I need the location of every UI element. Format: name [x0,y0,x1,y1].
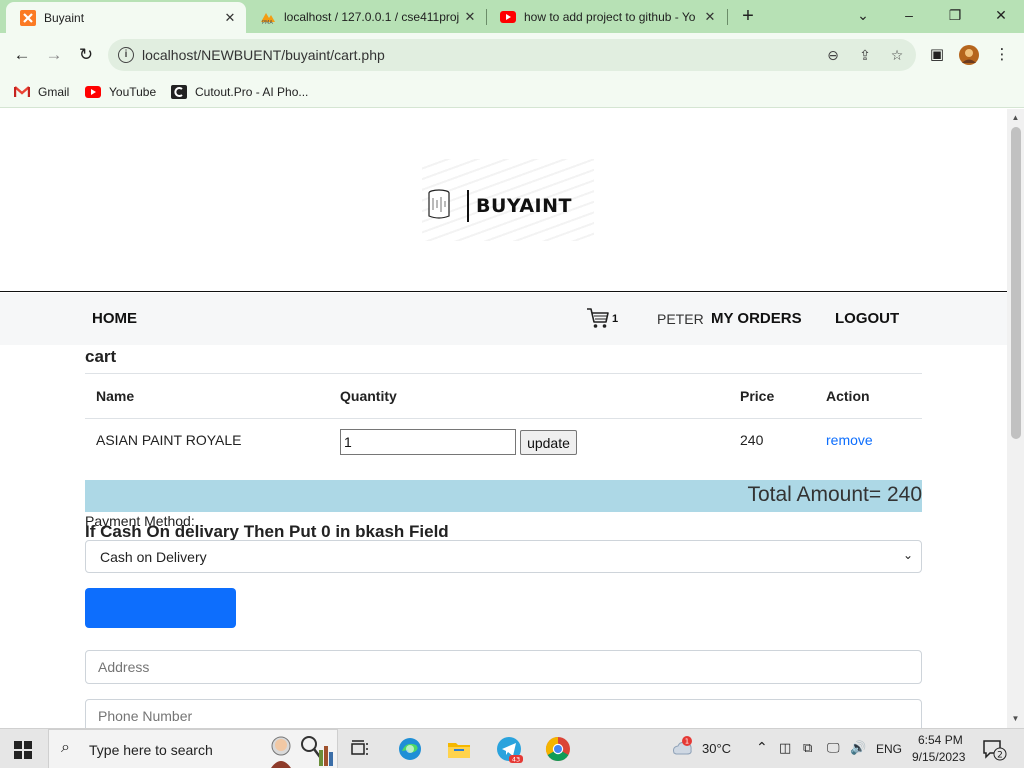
xampp-icon [20,9,36,26]
url-text[interactable]: localhost/NEWBUENT/buyaint/cart.php [142,47,385,63]
toolbar: ← → ↻ i localhost/NEWBUENT/buyaint/cart.… [0,33,1024,77]
zoom-icon[interactable]: ⊖ [824,46,842,64]
weather-icon[interactable]: 1 [668,733,696,761]
weather-temperature[interactable]: 30°C [702,741,731,756]
tab-phpmyadmin[interactable]: PMA localhost / 127.0.0.1 / cse411proj ✕ [246,0,486,33]
search-icon: ⌕ [61,739,70,756]
address-bar[interactable]: i localhost/NEWBUENT/buyaint/cart.php ⊖ … [108,39,916,71]
nav-my-orders-link[interactable]: MY ORDERS [711,310,802,327]
reload-icon[interactable]: ↻ [75,44,97,66]
language-indicator[interactable]: ENG [876,742,902,756]
new-tab-icon[interactable]: + [737,5,759,27]
scroll-up-icon[interactable]: ▲ [1007,111,1024,125]
nav-home-link[interactable]: HOME [92,310,137,327]
meet-now-icon[interactable]: ◫ [779,740,791,756]
bookmark-label: Gmail [38,85,70,99]
site-logo[interactable]: BUYAINT [422,159,594,241]
taskbar-search-placeholder: Type here to search [89,742,213,758]
web-page: BUYAINT HOME 1 PETER MY ORDERS LOGOUT ca… [0,109,1007,728]
submit-order-button[interactable] [85,588,236,628]
youtube-icon [85,86,101,98]
minimize-icon[interactable]: – [886,0,932,30]
payment-method-value: Cash on Delivery [100,549,207,565]
clock-time[interactable]: 6:54 PM [918,733,963,747]
weather-badge: 1 [685,738,689,746]
payment-method-select[interactable]: Cash on Delivery ⌄ [85,540,922,573]
tab-youtube[interactable]: how to add project to github - Yo ✕ [486,0,726,33]
svg-text:PMA: PMA [262,20,273,25]
close-tab-icon[interactable]: ✕ [222,10,238,26]
payment-section: Payment Method: Cash on Delivery ⌄ [85,345,922,728]
page-scrollbar[interactable]: ▲ ▼ [1007,109,1024,728]
payment-method-label: Payment Method: [85,513,195,529]
bookmark-star-icon[interactable]: ☆ [888,46,906,64]
share-icon[interactable]: ⇪ [856,46,874,64]
cart-count: 1 [612,313,619,325]
site-navbar: HOME 1 PETER MY ORDERS LOGOUT [0,293,1007,345]
site-header: BUYAINT [0,109,1007,292]
scrollbar-thumb[interactable] [1011,127,1021,439]
logo-divider [467,190,469,222]
notification-center-icon[interactable]: 2 [982,739,1008,761]
task-view-icon[interactable] [346,735,374,763]
tab-buyaint[interactable]: Buyaint ✕ [6,2,246,33]
tab-title: how to add project to github - Yo [524,9,696,24]
tab-title: localhost / 127.0.0.1 / cse411proj [284,9,460,24]
screen: Buyaint ✕ PMA localhost / 127.0.0.1 / cs… [0,0,1024,768]
close-tab-icon[interactable]: ✕ [702,9,718,25]
site-info-icon[interactable]: i [118,47,134,63]
nav-username: PETER [657,311,704,327]
forward-icon[interactable]: → [43,44,65,66]
gmail-icon [14,86,30,97]
file-explorer-icon[interactable] [445,735,473,763]
telegram-badge: 43 [512,756,520,764]
edge-icon[interactable] [396,735,424,763]
side-panel-icon[interactable]: ▣ [927,45,947,65]
restore-icon[interactable]: ❐ [932,0,978,30]
tab-title: Buyaint [44,10,85,25]
telegram-icon[interactable]: 43 [495,735,523,763]
taskbar-search-box[interactable]: ⌕ Type here to search [48,729,338,768]
tab-search-chevron-icon[interactable]: ⌄ [840,0,886,30]
clock-date[interactable]: 9/15/2023 [912,750,965,764]
phpmyadmin-icon: PMA [261,12,275,25]
chevron-down-icon: ⌄ [902,548,913,562]
search-highlight-illustration [271,736,333,768]
tray-chevron-up-icon[interactable]: ⌃ [756,739,768,756]
windows-start-icon[interactable] [14,741,32,759]
bookmark-label: YouTube [109,85,157,99]
back-icon[interactable]: ← [11,44,33,66]
tray-app-icon[interactable]: ⧉ [803,740,812,756]
cart-icon [587,308,609,328]
tab-strip: Buyaint ✕ PMA localhost / 127.0.0.1 / cs… [0,0,1024,33]
volume-icon[interactable]: 🔊 [850,740,866,756]
bookmark-label: Cutout.Pro - AI Pho... [195,85,309,99]
close-tab-icon[interactable]: ✕ [462,9,478,25]
nav-logout-link[interactable]: LOGOUT [835,310,899,327]
bookmark-youtube[interactable]: YouTube [85,83,156,101]
tab-separator [727,9,728,25]
network-icon[interactable]: 🖵 [827,740,840,756]
youtube-icon [500,10,516,23]
profile-avatar[interactable] [959,45,979,65]
cutout-icon [171,85,187,99]
bookmark-cutout[interactable]: Cutout.Pro - AI Pho... [171,83,308,101]
menu-kebab-icon[interactable]: ⋮ [992,45,1012,65]
logo-text: BUYAINT [476,195,572,217]
taskbar: ⌕ Type here to search 43 1 30°C ⌃ ◫ ⧉ 🖵 … [0,728,1024,768]
paint-bucket-icon [428,189,450,219]
bookmark-gmail[interactable]: Gmail [14,83,69,101]
notification-count: 2 [997,751,1003,761]
close-window-icon[interactable]: ✕ [978,0,1024,30]
scroll-down-icon[interactable]: ▼ [1007,712,1024,726]
chrome-icon[interactable] [544,735,572,763]
bookmarks-bar: Gmail YouTube Cutout.Pro - AI Pho... [0,77,1024,108]
nav-cart-link[interactable]: 1 [586,307,618,329]
